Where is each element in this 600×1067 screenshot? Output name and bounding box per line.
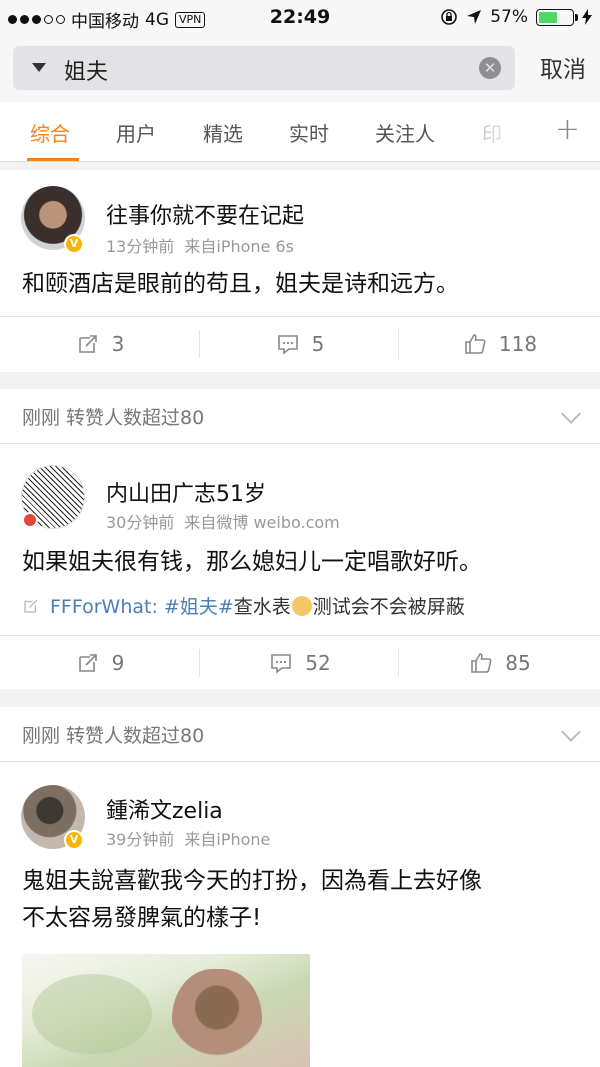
post-text-line: 不太容易發脾氣的樣子! [22, 905, 262, 931]
notice-text: 刚刚 转赞人数超过80 [22, 407, 205, 429]
notice-text: 刚刚 转赞人数超过80 [22, 725, 205, 747]
comment-icon [271, 654, 292, 674]
comment-button[interactable]: 52 [200, 636, 400, 690]
repost-button[interactable]: 3 [0, 317, 200, 371]
repost-button[interactable]: 9 [0, 636, 200, 690]
post-source: 来自iPhone 6s [184, 237, 294, 256]
chevron-down-icon[interactable] [561, 404, 581, 424]
red-badge-icon [22, 512, 38, 528]
post-card[interactable]: 内山田广志51岁 30分钟前 来自微博 weibo.com 如果姐夫很有钱，那么媳… [0, 444, 600, 689]
search-header: 姐夫 ✕ 取消 [0, 36, 600, 102]
repost-icon [78, 654, 97, 672]
add-tab-icon[interactable]: + [555, 112, 580, 147]
repost-snippet[interactable]: FFForWhat: #姐夫#查水表 测试会不会被屏蔽 [22, 592, 465, 619]
tab-featured[interactable]: 精选 [203, 118, 243, 147]
post-text: 如果姐夫很有钱，那么媳妇儿一定唱歌好听。 [22, 549, 482, 575]
post-text: 鬼姐夫說喜歡我今天的打扮，因為看上去好像 不太容易發脾氣的樣子! [22, 863, 578, 937]
comment-button[interactable]: 5 [200, 317, 400, 371]
post-username[interactable]: 鍾浠文zelia [106, 793, 223, 825]
post-text: 和颐酒店是眼前的苟且，姐夫是诗和远方。 [22, 271, 459, 297]
chevron-down-icon[interactable] [561, 722, 581, 742]
search-input[interactable]: 姐夫 ✕ [13, 46, 515, 90]
battery-percent: 57% [490, 7, 528, 27]
repost-count: 3 [111, 332, 125, 356]
post-actions: 3 5 118 [0, 316, 600, 370]
location-arrow-icon [467, 10, 482, 24]
post-source: 来自iPhone [184, 830, 271, 849]
post-image[interactable] [22, 954, 310, 1067]
filter-tabs: 综合 用户 精选 实时 关注人 印 + [0, 102, 600, 162]
thumbs-up-icon [465, 334, 486, 354]
post-time: 39分钟前 [106, 830, 175, 849]
status-right: 57% [440, 7, 592, 27]
tab-following[interactable]: 关注人 [375, 118, 435, 147]
snippet-text-1: 查水表 [233, 596, 291, 618]
battery-icon [536, 8, 578, 26]
hot-notice-bar[interactable]: 刚刚 转赞人数超过80 [0, 707, 600, 762]
tab-users[interactable]: 用户 [116, 118, 156, 147]
post-actions: 9 52 85 [0, 635, 600, 689]
post-meta: 13分钟前 来自iPhone 6s [106, 233, 294, 257]
like-count: 85 [505, 651, 531, 675]
search-query[interactable]: 姐夫 [64, 54, 108, 86]
post-username[interactable]: 往事你就不要在记起 [106, 198, 304, 230]
post-source: 来自微博 weibo.com [184, 513, 340, 532]
post-card[interactable]: V 鍾浠文zelia 39分钟前 来自iPhone 鬼姐夫說喜歡我今天的打扮，因為… [0, 762, 600, 1067]
status-bar: 中国移动 4G VPN 22:49 57% [0, 0, 600, 36]
hashtag-link[interactable]: #姐夫# [164, 596, 234, 618]
doge-emoji-icon [291, 596, 312, 616]
thumbs-up-icon [471, 653, 492, 673]
post-time: 13分钟前 [106, 237, 175, 256]
hot-notice-bar[interactable]: 刚刚 转赞人数超过80 [0, 389, 600, 444]
comment-count: 5 [311, 332, 325, 356]
snippet-author[interactable]: FFForWhat: [50, 596, 158, 618]
clear-search-button[interactable]: ✕ [479, 57, 501, 79]
share-link-icon [24, 599, 38, 613]
verified-badge-icon: V [64, 830, 84, 850]
post-username[interactable]: 内山田广志51岁 [106, 476, 266, 508]
comment-icon [277, 335, 298, 355]
lock-rotation-icon [441, 9, 458, 25]
repost-count: 9 [111, 651, 125, 675]
post-text-line: 鬼姐夫說喜歡我今天的打扮，因為看上去好像 [22, 868, 482, 894]
comment-count: 52 [305, 651, 331, 675]
tab-realtime[interactable]: 实时 [289, 118, 329, 147]
like-count: 118 [498, 332, 538, 356]
tab-comprehensive[interactable]: 综合 [30, 118, 70, 147]
post-meta: 39分钟前 来自iPhone [106, 826, 270, 850]
search-type-dropdown-icon[interactable] [32, 63, 46, 72]
post-time: 30分钟前 [106, 513, 175, 532]
cancel-button[interactable]: 取消 [540, 50, 586, 84]
verified-badge-icon: V [64, 234, 84, 254]
charging-bolt-icon [582, 9, 592, 25]
post-meta: 30分钟前 来自微博 weibo.com [106, 509, 340, 533]
snippet-text-2: 测试会不会被屏蔽 [312, 596, 465, 618]
post-card[interactable]: V 往事你就不要在记起 13分钟前 来自iPhone 6s 和颐酒店是眼前的苟且，… [0, 170, 600, 372]
like-button[interactable]: 85 [400, 636, 600, 690]
active-tab-indicator [27, 158, 79, 161]
repost-icon [78, 335, 97, 353]
like-button[interactable]: 118 [400, 317, 600, 371]
